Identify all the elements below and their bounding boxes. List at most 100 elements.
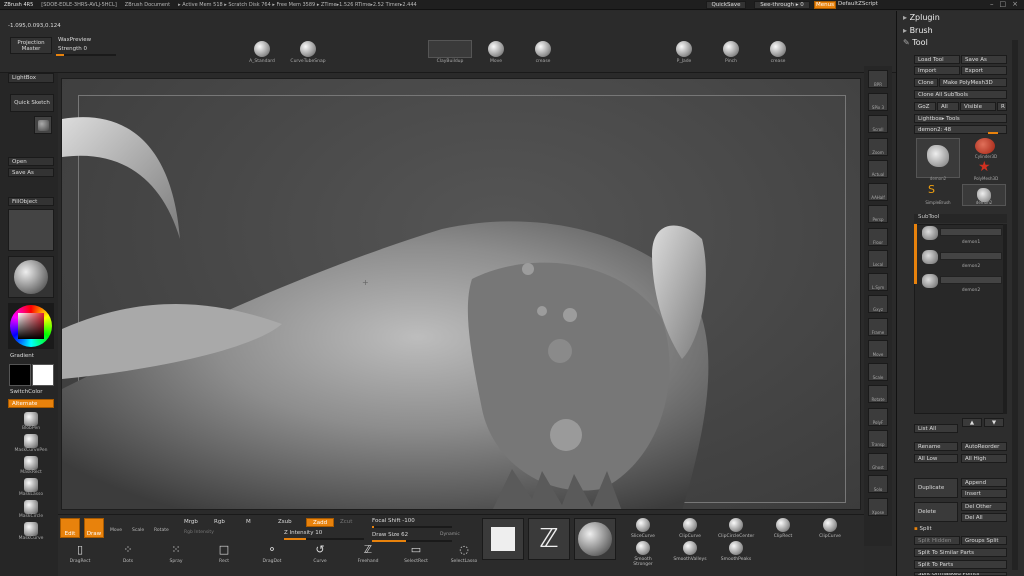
menus-toggle[interactable]: Menus (814, 1, 836, 9)
stroke-dots-icon[interactable]: ⁘ (120, 541, 136, 557)
panel-scrollbar[interactable] (1012, 40, 1018, 570)
right-shelf-actual[interactable]: Actual (868, 160, 888, 178)
z-intensity-track[interactable] (284, 538, 364, 540)
cylinder3d-icon[interactable] (975, 138, 995, 154)
all-low-button[interactable]: All Low (914, 454, 958, 463)
lightbox-tools-button[interactable]: Lightbox▸ Tools (914, 114, 1007, 123)
material-thumbnail[interactable] (34, 116, 52, 134)
left-brush-icon[interactable] (24, 456, 38, 470)
clip-brush-icon[interactable] (729, 518, 743, 532)
draw-size-slider[interactable]: Draw Size 62 (372, 532, 408, 538)
goz-all-button[interactable]: All (937, 102, 959, 111)
see-through-slider[interactable]: See-through ▸ 0 (754, 1, 810, 9)
maximize-icon[interactable]: □ (1000, 0, 1007, 10)
primary-color-swatch[interactable] (9, 364, 31, 386)
groups-split-button[interactable]: Groups Split (961, 536, 1007, 545)
delete-button[interactable]: Delete (914, 502, 958, 522)
zplugin-palette[interactable]: ▸ Zplugin (903, 13, 940, 22)
gradient-label[interactable]: Gradient (10, 353, 34, 359)
strength-slider[interactable] (56, 54, 116, 56)
clip-brush-icon[interactable] (776, 518, 790, 532)
subtool-row[interactable] (940, 252, 1002, 260)
all-high-button[interactable]: All High (961, 454, 1007, 463)
left-brush-icon[interactable] (24, 522, 38, 536)
stroke-dragrect-icon[interactable]: ▯ (72, 541, 88, 557)
right-shelf-polyf[interactable]: PolyF (868, 407, 888, 426)
stroke-freehand-icon[interactable]: ℤ (360, 541, 376, 557)
split-unmasked-button[interactable]: Split Unmasked Points (914, 572, 1007, 576)
right-shelf-xpose[interactable]: Xpose (868, 497, 888, 516)
draw-mode-button[interactable]: Draw (84, 518, 104, 538)
scale-mode-button[interactable]: Scale (132, 528, 144, 533)
material-thumbnail-bottom[interactable] (574, 518, 616, 560)
stroke-rect-icon[interactable]: □ (216, 541, 232, 557)
right-shelf-solo[interactable]: Solo (868, 475, 888, 493)
secondary-color-swatch[interactable] (32, 364, 54, 386)
right-shelf-scale[interactable]: Scale (868, 362, 888, 381)
make-polymesh-button[interactable]: Make PolyMesh3D (939, 78, 1007, 87)
right-shelf-spix-3[interactable]: SPix 3 (868, 92, 888, 111)
subtool-scrollbar[interactable] (1003, 224, 1007, 414)
brush-icon[interactable] (770, 41, 786, 57)
subtool-thumb-icon[interactable] (922, 226, 938, 240)
smooth-brush-icon[interactable] (636, 541, 650, 555)
rgb-button[interactable]: Rgb (214, 519, 225, 525)
lightbox-button[interactable]: LightBox (8, 73, 54, 83)
right-shelf-transp[interactable]: Transp (868, 430, 888, 448)
right-shelf-floor[interactable]: Floor (868, 227, 888, 246)
tool-thumb-demon2[interactable] (916, 138, 960, 178)
mrgb-button[interactable]: Mrgb (184, 519, 198, 525)
right-shelf-gxyz[interactable]: Gxyz (868, 295, 888, 313)
save-as-button[interactable]: Save As (8, 168, 54, 177)
list-all-button[interactable]: List All (914, 424, 958, 433)
split-hidden-button[interactable]: Split Hidden (914, 536, 960, 545)
rotate-mode-button[interactable]: Rotate (154, 528, 169, 533)
subtool-row[interactable] (940, 276, 1002, 284)
stroke-selectrect-icon[interactable]: ▭ (408, 541, 424, 557)
right-shelf-l-sym[interactable]: L.Sym (868, 272, 888, 291)
zsub-button[interactable]: Zsub (278, 519, 292, 525)
minimize-icon[interactable]: – (990, 0, 994, 10)
alternate-button[interactable]: Alternate (8, 399, 54, 408)
projection-master-button[interactable]: Projection Master (10, 37, 52, 54)
subtool-thumb-icon[interactable] (922, 274, 938, 288)
simplebrush-icon[interactable]: S (928, 184, 935, 195)
split-section-header[interactable]: ▪ Split (914, 526, 1007, 532)
right-shelf-ghost[interactable]: Ghost (868, 452, 888, 471)
brush-icon[interactable] (535, 41, 551, 57)
right-shelf-frame[interactable]: Frame (868, 317, 888, 336)
stroke-thumbnail[interactable]: ℤ (528, 518, 570, 560)
color-picker[interactable] (8, 303, 54, 349)
alpha-thumbnail[interactable] (482, 518, 524, 560)
goz-visible-button[interactable]: Visible (960, 102, 996, 111)
polymesh3d-star-icon[interactable]: ★ (978, 160, 991, 174)
split-parts-button[interactable]: Split To Parts (914, 560, 1007, 569)
right-shelf-persp[interactable]: Persp (868, 205, 888, 223)
insert-button[interactable]: Insert (961, 489, 1007, 498)
zadd-button[interactable]: Zadd (306, 518, 334, 527)
append-button[interactable]: Append (961, 478, 1007, 487)
move-mode-button[interactable]: Move (110, 528, 122, 533)
default-zscript-button[interactable]: DefaultZScript (838, 1, 886, 9)
rename-button[interactable]: Rename (914, 442, 958, 451)
clone-button[interactable]: Clone (914, 78, 938, 87)
quicksave-button[interactable]: QuickSave (706, 1, 746, 9)
left-brush-icon[interactable] (24, 478, 38, 492)
right-shelf-zoom[interactable]: Zoom (868, 137, 888, 156)
left-brush-icon[interactable] (24, 500, 38, 514)
duplicate-button[interactable]: Duplicate (914, 478, 958, 498)
right-shelf-move[interactable]: Move (868, 340, 888, 358)
color-square[interactable] (18, 313, 44, 339)
move-up-button[interactable]: ▲ (962, 418, 982, 427)
z-intensity-slider[interactable]: Z Intensity 10 (284, 530, 322, 536)
clip-brush-icon[interactable] (636, 518, 650, 532)
stroke-spray-icon[interactable]: ⁙ (168, 541, 184, 557)
load-tool-button[interactable]: Load Tool (914, 55, 960, 64)
focal-shift-slider[interactable]: Focal Shift -100 (372, 518, 415, 524)
rgb-intensity-slider[interactable]: Rgb Intensity (184, 530, 214, 535)
save-as-tool-button[interactable]: Save As (961, 55, 1007, 64)
quick-sketch-button[interactable]: Quick Sketch (10, 94, 54, 112)
wax-preview-button[interactable]: WaxPreview (58, 37, 91, 43)
right-shelf-rotate[interactable]: Rotate (868, 385, 888, 403)
open-button[interactable]: Open (8, 157, 54, 166)
